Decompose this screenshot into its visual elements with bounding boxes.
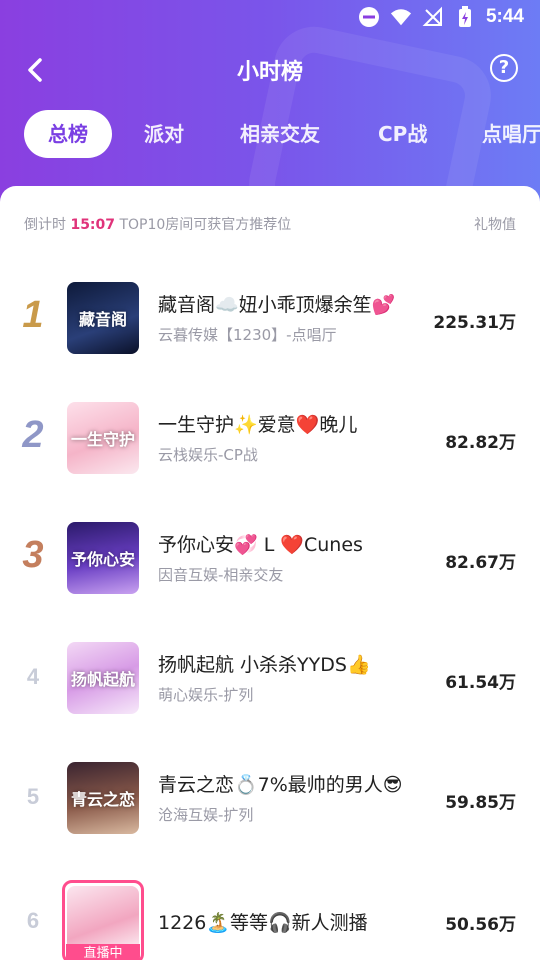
gift-value: 82.82万 [445, 433, 516, 453]
tab-cp-battle[interactable]: CP战 [378, 110, 427, 158]
ranking-row[interactable]: 4 扬帆起航 扬帆起航 小杀杀YYDS👍 萌心娱乐-扩列 61.54万 [0, 642, 540, 762]
countdown-suffix: TOP10房间可获官方推荐位 [115, 217, 292, 233]
avatar-image: 一生守护 [67, 402, 139, 474]
rank-number: 5 [26, 784, 40, 809]
tab-party[interactable]: 派对 [144, 110, 184, 158]
ranking-row[interactable]: 1 藏音阁 藏音阁☁️妞小乖顶爆余笙💕 云暮传媒【1230】-点唱厅 225.3… [0, 282, 540, 402]
status-time: 5:44 [485, 6, 524, 27]
rank-number: 4 [26, 664, 40, 689]
rank-number: 1 [22, 294, 44, 336]
gift-value: 61.54万 [445, 673, 516, 693]
rank-number: 2 [22, 414, 44, 456]
avatar-image: 青云之恋 [67, 762, 139, 834]
room-avatar[interactable]: 予你心安 [67, 522, 139, 594]
countdown-prefix: 倒计时 [24, 217, 71, 233]
room-avatar[interactable]: 一生守护 [67, 402, 139, 474]
room-avatar[interactable]: 青云之恋 [67, 762, 139, 834]
avatar-image: 藏音阁 [67, 282, 139, 354]
room-title: 青云之恋💍7%最帅的男人😎 [158, 774, 403, 796]
do-not-disturb-icon [358, 7, 379, 27]
room-title: 扬帆起航 小杀杀YYDS👍 [158, 654, 371, 676]
avatar-image: 予你心安 [67, 522, 139, 594]
wifi-icon [390, 9, 412, 26]
gift-value: 82.67万 [445, 553, 516, 573]
room-title: 藏音阁☁️妞小乖顶爆余笙💕 [158, 294, 396, 316]
page-title: 小时榜 [236, 60, 303, 85]
ranking-row[interactable]: 2 一生守护 一生守护✨爱意❤️晚儿 云栈娱乐-CP战 82.82万 [0, 402, 540, 522]
gift-value: 59.85万 [445, 793, 516, 813]
status-bar: 5:44 [0, 0, 540, 38]
countdown-text: 倒计时 15:07 TOP10房间可获官方推荐位 [24, 214, 291, 234]
help-icon[interactable]: ? [490, 54, 518, 82]
category-tabs: 总榜 派对 相亲交友 CP战 点唱厅 [0, 110, 540, 160]
room-subtitle: 云暮传媒【1230】-点唱厅 [158, 326, 337, 344]
room-title: 一生守护✨爱意❤️晚儿 [158, 414, 358, 436]
countdown-time: 15:07 [70, 217, 116, 233]
gift-value: 225.31万 [433, 313, 516, 333]
room-subtitle: 云栈娱乐-CP战 [158, 446, 258, 464]
no-signal-icon [422, 6, 442, 26]
rank-number: 6 [26, 908, 40, 933]
room-subtitle: 沧海互娱-扩列 [158, 806, 254, 824]
tab-dating[interactable]: 相亲交友 [240, 110, 320, 158]
gift-value: 50.56万 [445, 915, 516, 935]
battery-charging-icon [458, 6, 471, 27]
tab-overall[interactable]: 总榜 [24, 110, 112, 158]
room-title: 予你心安💞 L ❤️Cunes [158, 534, 363, 556]
room-subtitle: 萌心娱乐-扩列 [158, 686, 254, 704]
ranking-row[interactable]: 5 青云之恋 青云之恋💍7%最帅的男人😎 沧海互娱-扩列 59.85万 [0, 762, 540, 882]
ranking-row[interactable]: 3 予你心安 予你心安💞 L ❤️Cunes 因音互娱-相亲交友 82.67万 [0, 522, 540, 642]
room-avatar[interactable]: 扬帆起航 [67, 642, 139, 714]
avatar-image: 扬帆起航 [67, 642, 139, 714]
rank-number: 3 [22, 534, 44, 576]
top-nav: 小时榜 ? [0, 46, 540, 94]
room-title: 1226🏝️等等🎧新人测播 [158, 912, 368, 934]
room-avatar[interactable]: 藏音阁 [67, 282, 139, 354]
room-subtitle: 因音互娱-相亲交友 [158, 566, 284, 584]
ranking-card: 倒计时 15:07 TOP10房间可获官方推荐位 礼物值 1 藏音阁 藏音阁☁️… [0, 186, 540, 960]
ranking-row[interactable]: 6 直播中 1226🏝️等等🎧新人测播 50.56万 [0, 880, 540, 960]
live-badge: 直播中 [66, 944, 140, 960]
tab-song-hall[interactable]: 点唱厅 [482, 110, 540, 158]
gift-value-header: 礼物值 [474, 217, 516, 233]
